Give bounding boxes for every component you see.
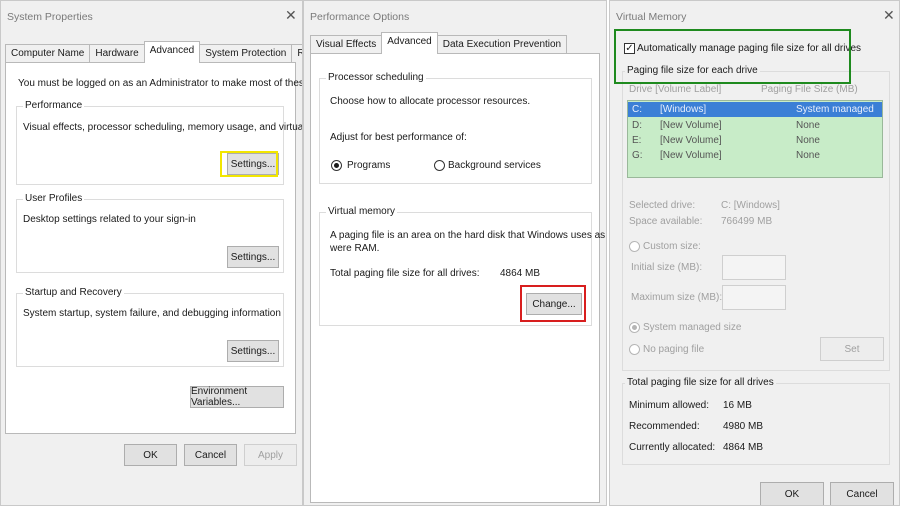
ok-button[interactable]: OK [760, 482, 824, 505]
totals-title: Total paging file size for all drives [625, 377, 776, 388]
paging-file-group: Paging file size for each drive Drive [V… [622, 65, 890, 371]
window-title: Virtual Memory [616, 11, 687, 23]
cancel-button[interactable]: Cancel [184, 444, 237, 466]
processor-description: Choose how to allocate processor resourc… [330, 96, 531, 107]
drive-label: [Windows] [660, 104, 707, 115]
drive-letter: E: [632, 135, 642, 146]
cancel-button[interactable]: Cancel [830, 482, 894, 505]
programs-label[interactable]: Programs [347, 160, 390, 171]
background-services-radio[interactable] [434, 160, 445, 171]
user-profiles-settings-button[interactable]: Settings... [227, 246, 279, 268]
apply-button[interactable]: Apply [244, 444, 297, 466]
custom-size-label[interactable]: Custom size: [643, 241, 701, 252]
space-available-label: Space available: [629, 216, 703, 227]
space-available-value: 766499 MB [721, 216, 773, 227]
tab-remote[interactable]: Remote [291, 44, 302, 63]
maximum-size-label: Maximum size (MB): [631, 292, 723, 303]
group-title: Performance [23, 100, 85, 111]
tab-system-protection[interactable]: System Protection [199, 44, 293, 63]
selected-drive-label: Selected drive: [629, 200, 696, 211]
currently-allocated-value: 4864 MB [723, 442, 764, 453]
group-description: Desktop settings related to your sign-in [23, 214, 196, 225]
recommended-value: 4980 MB [723, 421, 764, 432]
background-services-label[interactable]: Background services [448, 160, 541, 171]
set-button[interactable]: Set [820, 337, 884, 361]
tab-strip: Visual Effects Advanced Data Execution P… [310, 32, 568, 54]
drive-size: None [796, 135, 820, 146]
drive-label: [New Volume] [660, 120, 722, 131]
programs-radio[interactable] [331, 160, 342, 171]
drive-size: None [796, 120, 820, 131]
virtual-memory-description-line1: A paging file is an area on the hard dis… [330, 230, 607, 241]
list-item[interactable]: D: [New Volume] None [628, 118, 882, 133]
drive-letter: D: [632, 120, 642, 131]
custom-size-radio[interactable] [629, 241, 640, 252]
auto-manage-highlight [614, 29, 851, 84]
tab-computer-name[interactable]: Computer Name [5, 44, 91, 63]
window-title: Performance Options [310, 11, 410, 23]
tab-advanced[interactable]: Advanced [143, 41, 201, 63]
virtual-memory-description-line2: were RAM. [330, 243, 380, 254]
advanced-panel: You must be logged on as an Administrato… [5, 62, 302, 434]
column-size-header: Paging File Size (MB) [761, 84, 858, 95]
recommended-label: Recommended: [629, 421, 700, 432]
adjust-label: Adjust for best performance of: [330, 132, 467, 143]
total-paging-label: Total paging file size for all drives: [330, 268, 480, 279]
change-button-highlight [520, 285, 586, 322]
totals-group: Total paging file size for all drives Mi… [622, 377, 890, 465]
tab-data-execution-prevention[interactable]: Data Execution Prevention [436, 35, 568, 54]
virtual-memory-window: Virtual Memory ✕ ✓ Automatically manage … [609, 0, 900, 506]
drive-size: None [796, 150, 820, 161]
drive-letter: G: [632, 150, 643, 161]
group-title: Processor scheduling [326, 72, 426, 83]
drive-list[interactable]: C: [Windows] System managed D: [New Volu… [627, 100, 883, 178]
tab-visual-effects[interactable]: Visual Effects [310, 35, 383, 54]
minimum-allowed-label: Minimum allowed: [629, 400, 710, 411]
group-description: Visual effects, processor scheduling, me… [23, 122, 303, 133]
list-item[interactable]: E: [New Volume] None [628, 133, 882, 148]
initial-size-input[interactable] [722, 255, 786, 280]
ok-button[interactable]: OK [124, 444, 177, 466]
admin-note: You must be logged on as an Administrato… [18, 78, 302, 89]
user-profiles-group: User Profiles Desktop settings related t… [16, 193, 284, 273]
no-paging-file-label[interactable]: No paging file [643, 344, 704, 355]
processor-scheduling-group: Processor scheduling Choose how to alloc… [319, 72, 592, 184]
drive-size: System managed [796, 104, 874, 115]
tab-hardware[interactable]: Hardware [89, 44, 145, 63]
drive-label: [New Volume] [660, 150, 722, 161]
close-icon[interactable]: ✕ [285, 7, 297, 24]
group-title: Startup and Recovery [23, 287, 124, 298]
minimum-allowed-value: 16 MB [723, 400, 752, 411]
no-paging-file-radio[interactable] [629, 344, 640, 355]
performance-settings-highlight [220, 151, 278, 177]
group-title: Virtual memory [326, 206, 398, 217]
close-icon[interactable]: ✕ [883, 7, 895, 24]
group-description: System startup, system failure, and debu… [23, 308, 281, 319]
system-managed-radio[interactable] [629, 322, 640, 333]
drive-label: [New Volume] [660, 135, 722, 146]
selected-drive-value: C: [Windows] [721, 200, 780, 211]
advanced-panel: Processor scheduling Choose how to alloc… [310, 53, 606, 503]
system-properties-window: System Properties ✕ Computer Name Hardwa… [0, 0, 303, 506]
list-item[interactable]: C: [Windows] System managed [628, 102, 882, 117]
initial-size-label: Initial size (MB): [631, 262, 703, 273]
performance-options-window: Performance Options Visual Effects Advan… [303, 0, 607, 506]
startup-recovery-group: Startup and Recovery System startup, sys… [16, 287, 284, 367]
window-title: System Properties [7, 11, 93, 23]
column-drive-header: Drive [Volume Label] [629, 84, 722, 95]
maximum-size-input[interactable] [722, 285, 786, 310]
tab-advanced[interactable]: Advanced [381, 32, 438, 54]
group-title: User Profiles [23, 193, 85, 204]
list-item[interactable]: G: [New Volume] None [628, 148, 882, 163]
tab-strip: Computer Name Hardware Advanced System P… [5, 41, 302, 63]
drive-letter: C: [632, 104, 642, 115]
startup-settings-button[interactable]: Settings... [227, 340, 279, 362]
total-paging-value: 4864 MB [500, 268, 541, 279]
environment-variables-button[interactable]: Environment Variables... [190, 386, 284, 408]
currently-allocated-label: Currently allocated: [629, 442, 716, 453]
system-managed-label[interactable]: System managed size [643, 322, 741, 333]
